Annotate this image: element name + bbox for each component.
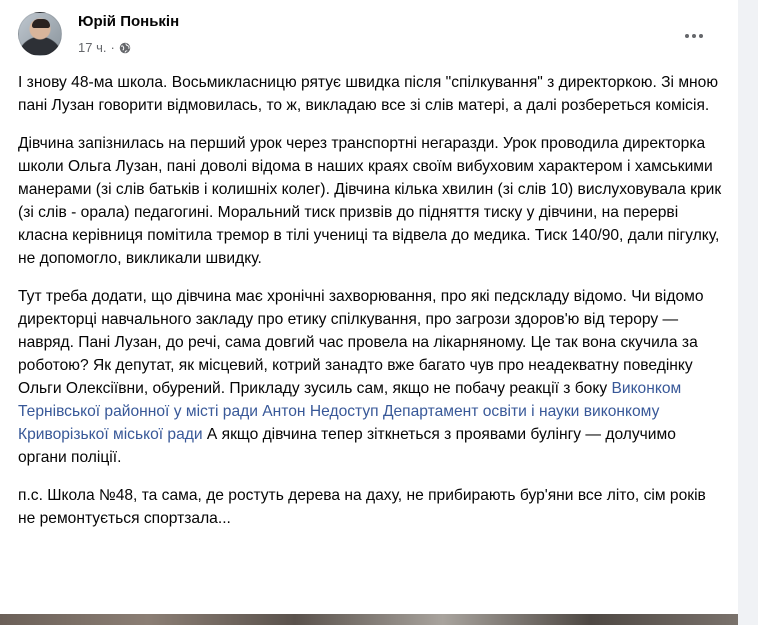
meta-separator: ·: [110, 40, 115, 55]
paragraph-4: п.с. Школа №48, та сама, де ростуть дере…: [18, 487, 706, 527]
post-text: І знову 48-ма школа. Восьмикласницю ряту…: [18, 71, 724, 545]
post-photo[interactable]: [0, 614, 738, 625]
globe-icon[interactable]: [119, 42, 131, 54]
post-time[interactable]: 17 ч.: [78, 40, 106, 55]
more-horizontal-icon: [685, 34, 689, 38]
tag-link-anton[interactable]: Антон Недоступ: [262, 403, 378, 420]
author-avatar[interactable]: [18, 12, 62, 56]
paragraph-3: Тут треба додати, що дівчина має хронічн…: [18, 285, 724, 469]
more-options-button[interactable]: [676, 20, 712, 52]
author-name[interactable]: Юрій Понькін: [78, 13, 179, 30]
post-card: Юрій Понькін 17 ч. · І знову 48-ма школа…: [0, 0, 738, 625]
paragraph-2: Дівчина запізнилась на перший урок через…: [18, 135, 722, 267]
paragraph-3-text: Тут треба додати, що дівчина має хронічн…: [18, 288, 704, 397]
page-background: [738, 0, 758, 625]
post-meta: 17 ч. ·: [78, 40, 131, 55]
paragraph-1: І знову 48-ма школа. Восьмикласницю ряту…: [18, 74, 719, 114]
